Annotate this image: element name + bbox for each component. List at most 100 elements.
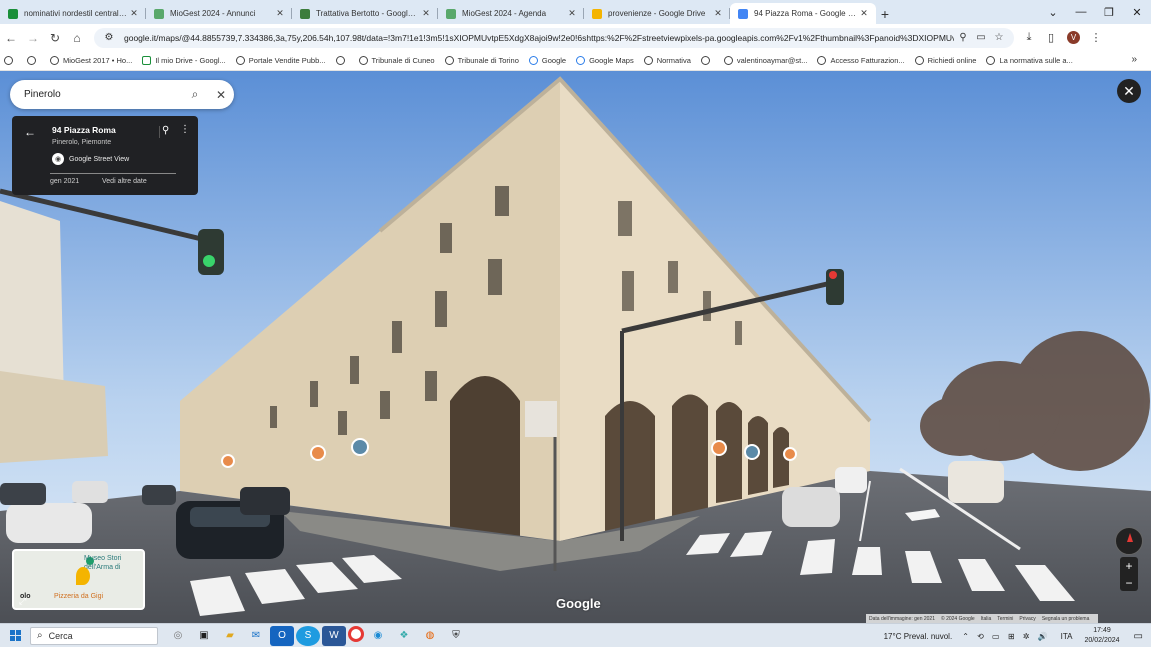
security-shield-icon[interactable]: ⛨ xyxy=(444,626,468,646)
minimap-label: Pizzeria da Gigi xyxy=(54,593,104,600)
minimap-label: Museo Stori xyxy=(84,555,122,562)
see-more-dates-link[interactable]: Vedi altre date xyxy=(102,178,147,185)
restore-button[interactable]: ❐ xyxy=(1095,0,1123,24)
attribution-item[interactable]: Italia xyxy=(981,616,992,622)
chrome-icon[interactable] xyxy=(348,625,364,642)
notifications-icon[interactable]: ▭ xyxy=(1134,631,1143,642)
browser-tab[interactable]: MioGest 2024 - Agenda ✕ xyxy=(438,3,584,24)
bookmark-item[interactable]: La normativa sulle a... xyxy=(986,56,1073,65)
browser-tab[interactable]: provenienze - Google Drive ✕ xyxy=(584,3,730,24)
mail-icon[interactable]: ✉ xyxy=(244,626,268,646)
browser-tab[interactable]: nominativi nordestil centraline ✕ xyxy=(0,3,146,24)
bookmark-label: valentinoaymar@st... xyxy=(736,56,808,65)
bookmark-star-icon[interactable]: ☆ xyxy=(990,32,1008,43)
bookmark-item[interactable]: valentinoaymar@st... xyxy=(723,56,808,65)
close-street-view-button[interactable]: ✕ xyxy=(1117,79,1141,103)
forward-button[interactable]: → xyxy=(22,27,44,49)
divider xyxy=(159,126,160,138)
word-icon[interactable]: W xyxy=(322,625,346,646)
bookmark-label: Accesso Fatturazion... xyxy=(830,56,905,65)
location-pin-icon[interactable]: ⚲ xyxy=(162,125,169,136)
close-window-button[interactable]: ✕ xyxy=(1123,0,1151,24)
chevron-down-icon[interactable]: ⌄ xyxy=(1039,0,1067,24)
minimap[interactable]: Museo Stori dell'Arma di Pizzeria da Gig… xyxy=(12,549,145,610)
browser-tab[interactable]: 94 Piazza Roma - Google Maps ✕ xyxy=(730,3,876,24)
chat-icon[interactable]: ❖ xyxy=(392,626,416,646)
tab-favicon-icon xyxy=(154,8,164,19)
clock-time: 17:49 xyxy=(1093,627,1111,634)
clock[interactable]: 17:49 20/02/2024 xyxy=(1085,626,1120,646)
search-icon[interactable]: ⌕ xyxy=(182,87,208,102)
avatar[interactable]: V xyxy=(1067,31,1080,44)
file-explorer-icon[interactable]: ▰ xyxy=(218,626,242,646)
capture-date[interactable]: gen 2021 xyxy=(50,178,79,185)
edge-icon[interactable]: ◉ xyxy=(366,626,390,646)
bookmark-item[interactable] xyxy=(27,56,40,65)
taskbar-search[interactable]: ⌕ Cerca xyxy=(30,626,158,645)
search-input[interactable]: Pinerolo xyxy=(24,89,182,100)
tab-close-icon[interactable]: ✕ xyxy=(128,8,140,19)
bookmark-item[interactable]: Google Maps xyxy=(576,56,634,65)
browser-tab[interactable]: MioGest 2024 - Annunci ✕ xyxy=(146,3,292,24)
start-button[interactable] xyxy=(0,630,30,641)
menu-kebab-icon[interactable]: ⋮ xyxy=(1085,31,1107,44)
browser-tab[interactable]: Trattativa Bertotto - Google Dr ✕ xyxy=(292,3,438,24)
minimize-button[interactable]: — xyxy=(1067,0,1095,24)
tab-close-icon[interactable]: ✕ xyxy=(712,8,724,19)
globe-icon xyxy=(335,56,345,65)
side-panel-icon[interactable]: ▯ xyxy=(1040,31,1062,44)
browser-toolbar: ← → ↻ ⌂ ⚙ google.it/maps/@44.8855739,7.3… xyxy=(0,24,1151,51)
more-bookmarks-icon[interactable]: » xyxy=(1131,54,1137,65)
window-controls: ⌄ — ❐ ✕ xyxy=(1039,0,1151,24)
reload-button[interactable]: ↻ xyxy=(44,27,66,49)
bookmark-item[interactable]: Normativa xyxy=(643,56,691,65)
bookmark-item[interactable] xyxy=(4,56,17,65)
bookmark-item[interactable]: Richiedi online xyxy=(914,56,976,65)
attribution-item[interactable]: Segnala un problema xyxy=(1042,616,1090,622)
bookmark-item[interactable] xyxy=(335,56,349,65)
outlook-icon[interactable]: O xyxy=(270,625,294,646)
home-button[interactable]: ⌂ xyxy=(66,27,88,49)
back-arrow-icon[interactable]: ← xyxy=(24,125,36,139)
address-bar[interactable]: ⚙ google.it/maps/@44.8855739,7.334386,3a… xyxy=(94,27,1014,48)
bookmark-item[interactable]: Google xyxy=(528,56,566,65)
clear-search-icon[interactable]: ✕ xyxy=(208,88,234,102)
attribution-item[interactable]: Privacy xyxy=(1019,616,1035,622)
place-city: Pinerolo, Piemonte xyxy=(52,139,112,146)
tab-close-icon[interactable]: ✕ xyxy=(858,8,870,19)
expand-map-icon[interactable]: ⤢ xyxy=(19,596,26,607)
url-text: google.it/maps/@44.8855739,7.334386,3a,7… xyxy=(124,32,954,43)
zoom-out-button[interactable]: − xyxy=(1125,576,1132,590)
zoom-in-button[interactable]: + xyxy=(1125,559,1132,573)
bookmark-label: MioGest 2017 • Ho... xyxy=(63,56,133,65)
weather-widget[interactable]: 17°C Preval. nuvol. xyxy=(884,632,953,641)
attribution-item[interactable]: Termini xyxy=(997,616,1013,622)
skype-icon[interactable]: S xyxy=(296,625,320,646)
bookmark-item[interactable]: Tribunale di Cuneo xyxy=(358,56,435,65)
bookmark-item[interactable]: Tribunale di Torino xyxy=(444,56,519,65)
maps-search-box[interactable]: Pinerolo ⌕ ✕ xyxy=(10,80,234,109)
tray-icons[interactable]: ⌃ ⟲ ▭ ⊞ ✲ 🔊 xyxy=(962,632,1050,641)
more-options-icon[interactable]: ⋮ xyxy=(180,124,190,135)
tab-close-icon[interactable]: ✕ xyxy=(566,8,578,19)
firefox-icon[interactable]: ◍ xyxy=(418,626,442,646)
compass-icon[interactable] xyxy=(1115,527,1143,555)
language-indicator[interactable]: ITA xyxy=(1061,632,1073,641)
tab-close-icon[interactable]: ✕ xyxy=(420,8,432,19)
maps-icon xyxy=(576,56,586,65)
bookmark-item[interactable]: MioGest 2017 • Ho... xyxy=(50,56,132,65)
tab-close-icon[interactable]: ✕ xyxy=(274,8,286,19)
install-app-icon[interactable]: ▭ xyxy=(972,32,990,43)
site-info-icon[interactable]: ⚙ xyxy=(100,32,118,43)
bookmark-item[interactable]: Il mio Drive - Googl... xyxy=(142,56,226,65)
new-tab-button[interactable]: + xyxy=(876,3,894,24)
location-icon[interactable]: ⚲ xyxy=(954,32,972,43)
bookmark-item[interactable] xyxy=(700,56,714,65)
bookmark-label: Portale Vendite Pubb... xyxy=(248,56,326,65)
back-button[interactable]: ← xyxy=(0,27,22,49)
bookmark-item[interactable]: Portale Vendite Pubb... xyxy=(235,56,326,65)
widget-icon[interactable]: ◎ xyxy=(166,626,190,646)
bookmark-item[interactable]: Accesso Fatturazion... xyxy=(817,56,905,65)
download-icon[interactable]: ⤓ xyxy=(1018,31,1040,44)
task-view-icon[interactable]: ▣ xyxy=(192,626,216,646)
